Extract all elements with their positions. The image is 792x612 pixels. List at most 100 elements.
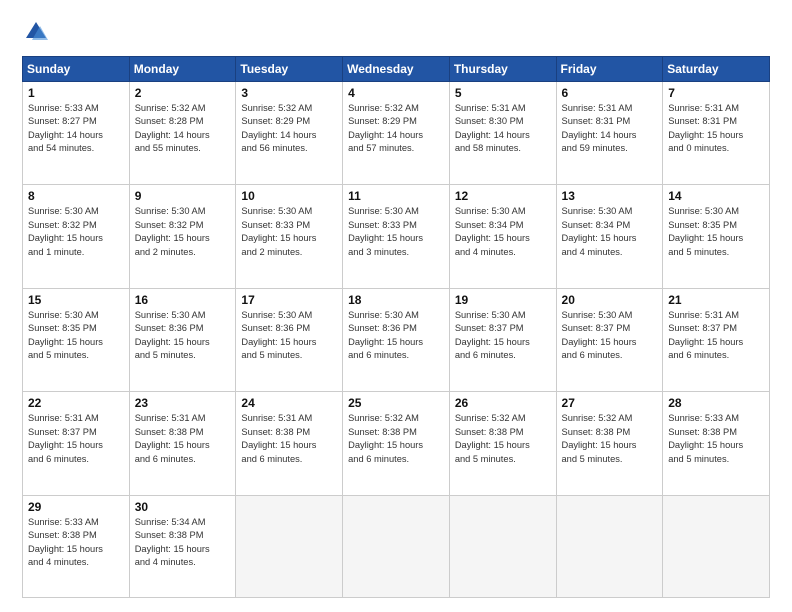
- day-number: 22: [28, 396, 124, 410]
- day-header-sunday: Sunday: [23, 57, 130, 82]
- week-row-4: 22 Sunrise: 5:31 AMSunset: 8:37 PMDaylig…: [23, 392, 770, 495]
- day-info: Sunrise: 5:32 AMSunset: 8:29 PMDaylight:…: [348, 102, 444, 156]
- week-row-3: 15 Sunrise: 5:30 AMSunset: 8:35 PMDaylig…: [23, 288, 770, 391]
- day-info: Sunrise: 5:34 AMSunset: 8:38 PMDaylight:…: [135, 516, 231, 570]
- calendar-cell: 25 Sunrise: 5:32 AMSunset: 8:38 PMDaylig…: [343, 392, 450, 495]
- calendar-cell: 24 Sunrise: 5:31 AMSunset: 8:38 PMDaylig…: [236, 392, 343, 495]
- day-number: 5: [455, 86, 551, 100]
- day-number: 26: [455, 396, 551, 410]
- day-header-wednesday: Wednesday: [343, 57, 450, 82]
- calendar-cell: 5 Sunrise: 5:31 AMSunset: 8:30 PMDayligh…: [449, 82, 556, 185]
- day-number: 23: [135, 396, 231, 410]
- calendar-cell: [449, 495, 556, 597]
- day-info: Sunrise: 5:30 AMSunset: 8:37 PMDaylight:…: [562, 309, 658, 363]
- day-header-monday: Monday: [129, 57, 236, 82]
- day-number: 9: [135, 189, 231, 203]
- day-info: Sunrise: 5:32 AMSunset: 8:38 PMDaylight:…: [348, 412, 444, 466]
- day-info: Sunrise: 5:30 AMSunset: 8:36 PMDaylight:…: [241, 309, 337, 363]
- calendar-cell: 19 Sunrise: 5:30 AMSunset: 8:37 PMDaylig…: [449, 288, 556, 391]
- day-info: Sunrise: 5:30 AMSunset: 8:34 PMDaylight:…: [562, 205, 658, 259]
- calendar-cell: 2 Sunrise: 5:32 AMSunset: 8:28 PMDayligh…: [129, 82, 236, 185]
- day-number: 27: [562, 396, 658, 410]
- calendar-cell: [556, 495, 663, 597]
- week-row-5: 29 Sunrise: 5:33 AMSunset: 8:38 PMDaylig…: [23, 495, 770, 597]
- calendar-cell: 10 Sunrise: 5:30 AMSunset: 8:33 PMDaylig…: [236, 185, 343, 288]
- day-number: 19: [455, 293, 551, 307]
- day-info: Sunrise: 5:30 AMSunset: 8:37 PMDaylight:…: [455, 309, 551, 363]
- week-row-1: 1 Sunrise: 5:33 AMSunset: 8:27 PMDayligh…: [23, 82, 770, 185]
- logo-icon: [22, 18, 50, 46]
- calendar-cell: 9 Sunrise: 5:30 AMSunset: 8:32 PMDayligh…: [129, 185, 236, 288]
- calendar-cell: 13 Sunrise: 5:30 AMSunset: 8:34 PMDaylig…: [556, 185, 663, 288]
- day-info: Sunrise: 5:30 AMSunset: 8:35 PMDaylight:…: [668, 205, 764, 259]
- calendar-cell: 16 Sunrise: 5:30 AMSunset: 8:36 PMDaylig…: [129, 288, 236, 391]
- calendar: SundayMondayTuesdayWednesdayThursdayFrid…: [22, 56, 770, 598]
- calendar-cell: 27 Sunrise: 5:32 AMSunset: 8:38 PMDaylig…: [556, 392, 663, 495]
- day-info: Sunrise: 5:30 AMSunset: 8:32 PMDaylight:…: [135, 205, 231, 259]
- day-header-friday: Friday: [556, 57, 663, 82]
- day-header-tuesday: Tuesday: [236, 57, 343, 82]
- day-info: Sunrise: 5:33 AMSunset: 8:38 PMDaylight:…: [28, 516, 124, 570]
- day-info: Sunrise: 5:32 AMSunset: 8:38 PMDaylight:…: [562, 412, 658, 466]
- calendar-cell: [236, 495, 343, 597]
- day-info: Sunrise: 5:31 AMSunset: 8:37 PMDaylight:…: [28, 412, 124, 466]
- calendar-cell: 11 Sunrise: 5:30 AMSunset: 8:33 PMDaylig…: [343, 185, 450, 288]
- calendar-cell: [343, 495, 450, 597]
- day-number: 18: [348, 293, 444, 307]
- day-number: 17: [241, 293, 337, 307]
- calendar-cell: 7 Sunrise: 5:31 AMSunset: 8:31 PMDayligh…: [663, 82, 770, 185]
- day-number: 12: [455, 189, 551, 203]
- day-info: Sunrise: 5:30 AMSunset: 8:35 PMDaylight:…: [28, 309, 124, 363]
- day-number: 2: [135, 86, 231, 100]
- day-info: Sunrise: 5:30 AMSunset: 8:34 PMDaylight:…: [455, 205, 551, 259]
- calendar-cell: 6 Sunrise: 5:31 AMSunset: 8:31 PMDayligh…: [556, 82, 663, 185]
- day-number: 11: [348, 189, 444, 203]
- day-info: Sunrise: 5:31 AMSunset: 8:30 PMDaylight:…: [455, 102, 551, 156]
- day-number: 8: [28, 189, 124, 203]
- day-info: Sunrise: 5:33 AMSunset: 8:27 PMDaylight:…: [28, 102, 124, 156]
- day-info: Sunrise: 5:30 AMSunset: 8:32 PMDaylight:…: [28, 205, 124, 259]
- calendar-cell: 18 Sunrise: 5:30 AMSunset: 8:36 PMDaylig…: [343, 288, 450, 391]
- calendar-cell: 20 Sunrise: 5:30 AMSunset: 8:37 PMDaylig…: [556, 288, 663, 391]
- day-number: 24: [241, 396, 337, 410]
- day-number: 21: [668, 293, 764, 307]
- calendar-cell: 26 Sunrise: 5:32 AMSunset: 8:38 PMDaylig…: [449, 392, 556, 495]
- day-number: 29: [28, 500, 124, 514]
- day-number: 1: [28, 86, 124, 100]
- day-info: Sunrise: 5:31 AMSunset: 8:31 PMDaylight:…: [668, 102, 764, 156]
- calendar-body: 1 Sunrise: 5:33 AMSunset: 8:27 PMDayligh…: [23, 82, 770, 598]
- logo: [22, 18, 54, 46]
- day-number: 4: [348, 86, 444, 100]
- calendar-cell: 21 Sunrise: 5:31 AMSunset: 8:37 PMDaylig…: [663, 288, 770, 391]
- day-number: 25: [348, 396, 444, 410]
- day-info: Sunrise: 5:32 AMSunset: 8:38 PMDaylight:…: [455, 412, 551, 466]
- page: SundayMondayTuesdayWednesdayThursdayFrid…: [0, 0, 792, 612]
- day-info: Sunrise: 5:30 AMSunset: 8:36 PMDaylight:…: [135, 309, 231, 363]
- day-number: 6: [562, 86, 658, 100]
- day-number: 20: [562, 293, 658, 307]
- calendar-cell: 15 Sunrise: 5:30 AMSunset: 8:35 PMDaylig…: [23, 288, 130, 391]
- calendar-cell: 22 Sunrise: 5:31 AMSunset: 8:37 PMDaylig…: [23, 392, 130, 495]
- calendar-cell: 23 Sunrise: 5:31 AMSunset: 8:38 PMDaylig…: [129, 392, 236, 495]
- calendar-cell: 12 Sunrise: 5:30 AMSunset: 8:34 PMDaylig…: [449, 185, 556, 288]
- day-number: 10: [241, 189, 337, 203]
- day-number: 13: [562, 189, 658, 203]
- calendar-cell: 29 Sunrise: 5:33 AMSunset: 8:38 PMDaylig…: [23, 495, 130, 597]
- day-info: Sunrise: 5:31 AMSunset: 8:38 PMDaylight:…: [241, 412, 337, 466]
- day-info: Sunrise: 5:33 AMSunset: 8:38 PMDaylight:…: [668, 412, 764, 466]
- day-number: 3: [241, 86, 337, 100]
- calendar-cell: [663, 495, 770, 597]
- calendar-cell: 17 Sunrise: 5:30 AMSunset: 8:36 PMDaylig…: [236, 288, 343, 391]
- day-info: Sunrise: 5:32 AMSunset: 8:28 PMDaylight:…: [135, 102, 231, 156]
- day-number: 28: [668, 396, 764, 410]
- calendar-cell: 28 Sunrise: 5:33 AMSunset: 8:38 PMDaylig…: [663, 392, 770, 495]
- day-info: Sunrise: 5:30 AMSunset: 8:33 PMDaylight:…: [241, 205, 337, 259]
- day-info: Sunrise: 5:31 AMSunset: 8:31 PMDaylight:…: [562, 102, 658, 156]
- calendar-cell: 4 Sunrise: 5:32 AMSunset: 8:29 PMDayligh…: [343, 82, 450, 185]
- day-number: 16: [135, 293, 231, 307]
- day-header-saturday: Saturday: [663, 57, 770, 82]
- day-info: Sunrise: 5:32 AMSunset: 8:29 PMDaylight:…: [241, 102, 337, 156]
- calendar-cell: 8 Sunrise: 5:30 AMSunset: 8:32 PMDayligh…: [23, 185, 130, 288]
- calendar-cell: 3 Sunrise: 5:32 AMSunset: 8:29 PMDayligh…: [236, 82, 343, 185]
- day-number: 15: [28, 293, 124, 307]
